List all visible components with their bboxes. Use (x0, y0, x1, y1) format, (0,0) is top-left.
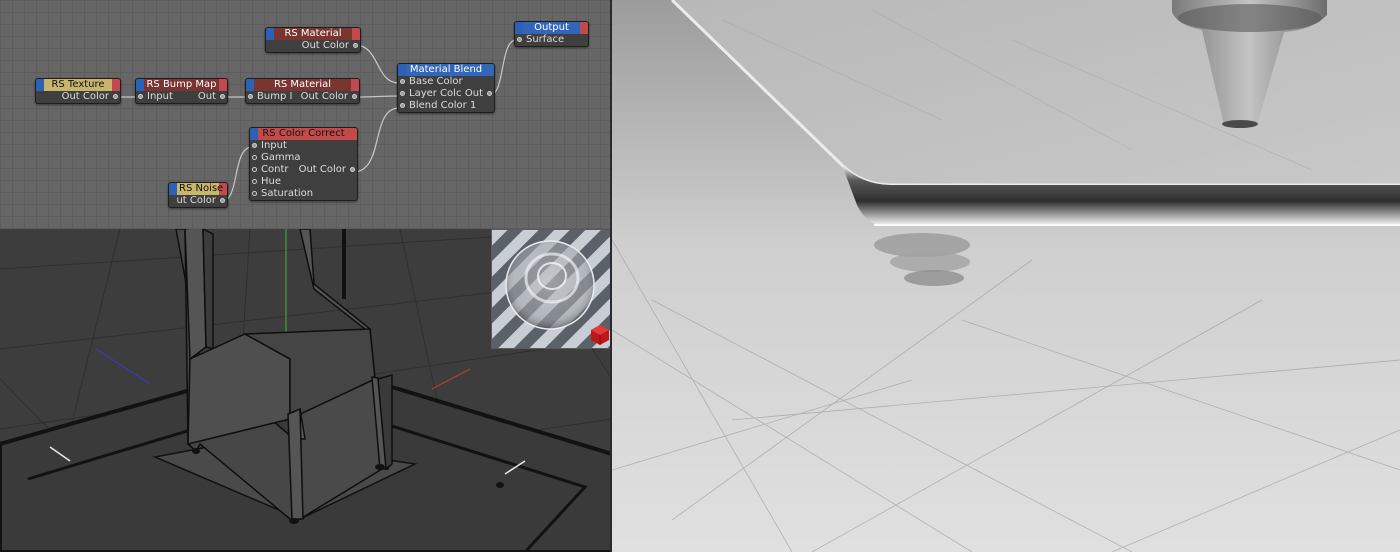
render-image (612, 0, 1400, 552)
output-port-icon[interactable] (113, 94, 118, 99)
input-port-icon[interactable] (252, 167, 257, 172)
node-rs-color-correct[interactable]: RS Color Correct Input Gamma Contr Out Co… (249, 127, 358, 201)
port-label: Contr (261, 164, 289, 175)
input-port-icon[interactable] (252, 179, 257, 184)
port-label: Layer Colc (409, 88, 462, 99)
port-label: Surface (526, 34, 565, 45)
port-label: Out Color (298, 164, 346, 175)
wire-material-mid-to-blend-layer (354, 95, 400, 98)
port-label: Input (261, 140, 287, 151)
input-port-icon[interactable] (138, 94, 143, 99)
port-label: Out Color (301, 40, 349, 51)
port-label: Base Color (409, 76, 463, 87)
output-port-icon[interactable] (220, 198, 225, 203)
node-rs-material-mid[interactable]: RS Material Bump I Out Color (245, 78, 360, 104)
material-preview-sphere (492, 230, 610, 348)
node-editor[interactable]: RS Material Out Color RS Texture Out Col… (0, 0, 612, 229)
output-port-icon[interactable] (352, 94, 357, 99)
input-port-icon[interactable] (400, 91, 405, 96)
3d-viewport[interactable] (0, 229, 612, 552)
port-label: Out (197, 91, 216, 102)
port-label: Out Color (300, 91, 348, 102)
input-port-icon[interactable] (517, 37, 522, 42)
wire-colorcorrect-to-blend-color (352, 107, 400, 173)
input-port-icon[interactable] (252, 191, 257, 196)
output-port-icon[interactable] (220, 94, 225, 99)
material-preview[interactable] (491, 229, 611, 349)
output-port-icon[interactable] (353, 43, 358, 48)
node-header[interactable]: Material Blend (398, 64, 494, 76)
port-label: Blend Color 1 (409, 100, 477, 111)
input-port-icon[interactable] (248, 94, 253, 99)
output-port-icon[interactable] (487, 91, 492, 96)
input-port-icon[interactable] (252, 143, 257, 148)
wire-material-top-to-blend-base (354, 44, 400, 84)
node-rs-bump-map[interactable]: RS Bump Map Input Out (135, 78, 228, 104)
port-label: Hue (261, 176, 282, 187)
output-port-icon[interactable] (350, 167, 355, 172)
port-label: Out Color (61, 91, 109, 102)
node-material-blend[interactable]: Material Blend Base Color Layer Colc Out … (397, 63, 495, 113)
input-port-icon[interactable] (400, 79, 405, 84)
node-rs-noise[interactable]: RS Noise ut Color (168, 182, 228, 208)
port-label: Out (464, 88, 483, 99)
node-header[interactable]: RS Noise (169, 183, 227, 195)
node-header[interactable]: RS Material (246, 79, 359, 91)
port-label: Input (147, 91, 173, 102)
node-output[interactable]: Output Surface (514, 21, 589, 47)
node-header[interactable]: RS Texture (36, 79, 120, 91)
port-label: Gamma (261, 152, 301, 163)
node-rs-material-top[interactable]: RS Material Out Color (265, 27, 361, 53)
input-port-icon[interactable] (252, 155, 257, 160)
input-port-icon[interactable] (400, 103, 405, 108)
node-header[interactable]: RS Color Correct (250, 128, 357, 140)
node-header[interactable]: RS Bump Map (136, 79, 227, 91)
port-label: Bump I (257, 91, 293, 102)
render-view (612, 0, 1400, 552)
port-label: Saturation (261, 188, 314, 199)
node-header[interactable]: Output (515, 22, 588, 34)
node-header[interactable]: RS Material (266, 28, 360, 40)
node-rs-texture[interactable]: RS Texture Out Color (35, 78, 121, 104)
port-label: ut Color (176, 195, 216, 206)
